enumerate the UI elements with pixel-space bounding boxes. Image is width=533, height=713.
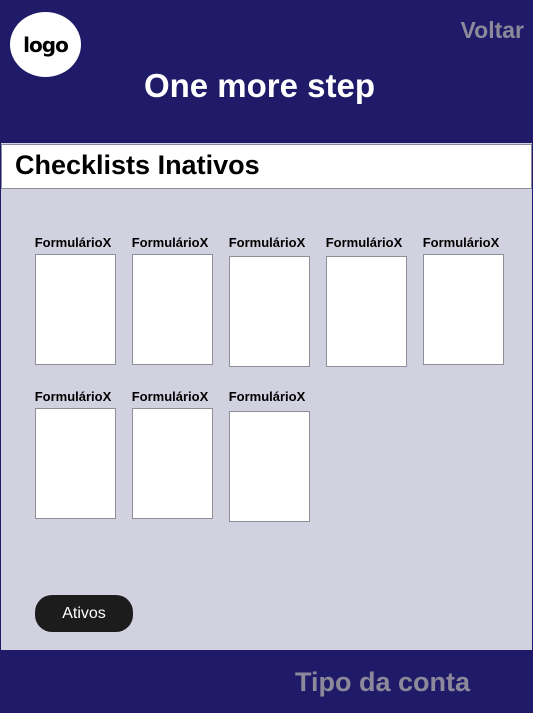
account-type-link[interactable]: Tipo da conta	[295, 667, 470, 698]
form-card[interactable]: FormulárioX	[128, 235, 213, 365]
form-card[interactable]: FormulárioX	[419, 235, 504, 365]
form-thumbnail[interactable]	[35, 408, 116, 519]
form-thumbnail[interactable]	[326, 256, 407, 367]
form-label: FormulárioX	[228, 389, 306, 404]
form-label: FormulárioX	[228, 235, 306, 250]
form-card[interactable]: FormulárioX	[31, 235, 116, 365]
form-card[interactable]: FormulárioX	[225, 389, 310, 522]
form-thumbnail[interactable]	[132, 408, 213, 519]
form-thumbnail[interactable]	[35, 254, 116, 365]
back-button[interactable]: Voltar	[461, 17, 524, 44]
form-thumbnail[interactable]	[229, 256, 310, 367]
footer: Tipo da conta	[1, 650, 532, 713]
form-label: FormulárioX	[34, 235, 112, 250]
header: logo Voltar One more step	[1, 1, 532, 143]
ativos-button[interactable]: Ativos	[35, 595, 133, 632]
page-title: One more step	[143, 67, 376, 104]
form-label: FormulárioX	[325, 235, 403, 250]
form-label: FormulárioX	[131, 235, 209, 250]
form-card[interactable]: FormulárioX	[225, 235, 310, 367]
form-label: FormulárioX	[131, 389, 209, 404]
form-thumbnail[interactable]	[423, 254, 504, 365]
form-card[interactable]: FormulárioX	[322, 235, 407, 367]
form-card[interactable]: FormulárioX	[128, 389, 213, 519]
form-label: FormulárioX	[34, 389, 112, 404]
form-card[interactable]: FormulárioX	[31, 389, 116, 519]
section-title: Checklists Inativos	[15, 150, 260, 180]
form-thumbnail[interactable]	[132, 254, 213, 365]
logo-text: logo	[23, 32, 69, 57]
app-frame: logo Voltar One more step Checklists Ina…	[0, 0, 533, 713]
section-title-bar: Checklists Inativos	[1, 144, 532, 189]
form-label: FormulárioX	[422, 235, 500, 250]
form-thumbnail[interactable]	[229, 411, 310, 522]
